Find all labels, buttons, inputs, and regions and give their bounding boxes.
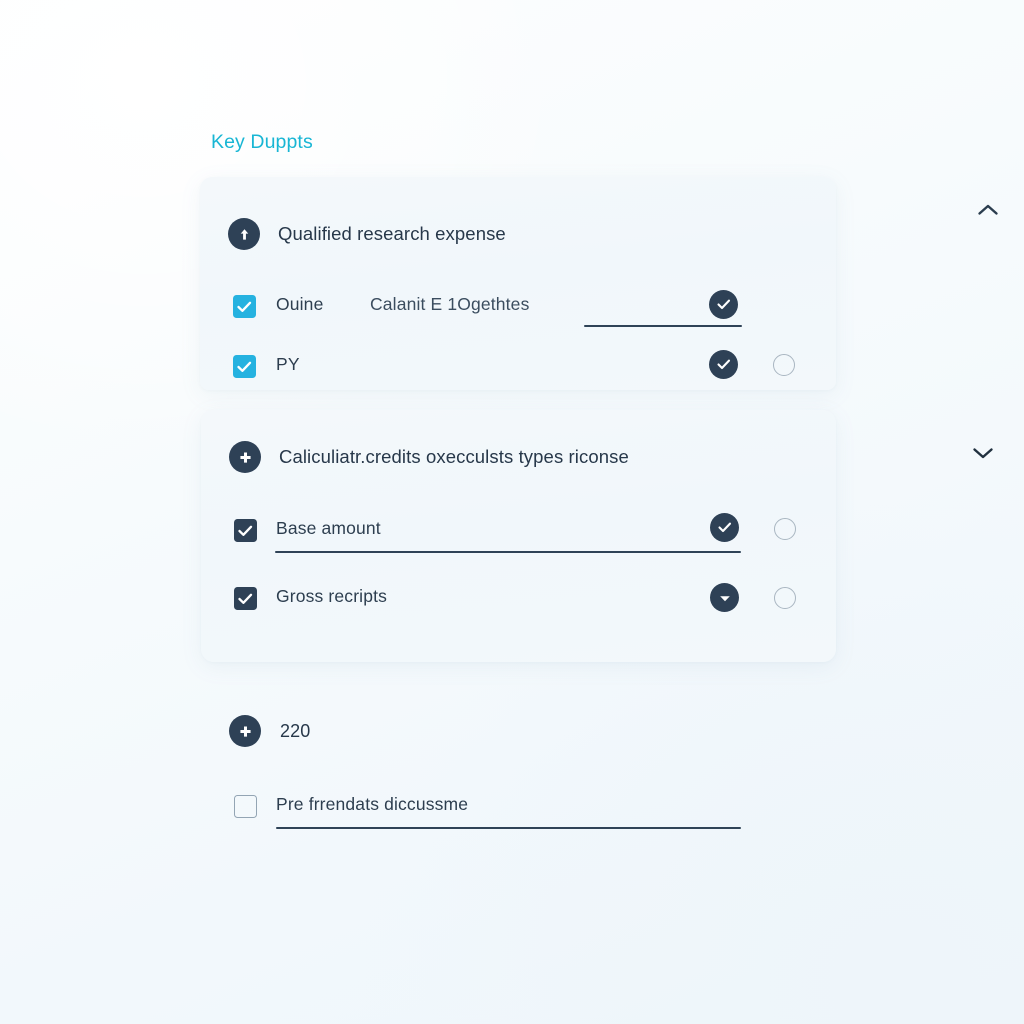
- option-label: PY: [276, 354, 300, 374]
- card-qualified-research-expense: Qualified research expense Ouine Calanit…: [200, 177, 998, 390]
- chevron-up-icon[interactable]: [975, 197, 1001, 223]
- note-label: Pre frrendats diccussme: [276, 794, 469, 814]
- option-row: PY: [200, 350, 836, 387]
- app-screen: Key Duppts Qualified research expense Ou…: [0, 0, 1024, 1024]
- check-badge[interactable]: [709, 350, 738, 379]
- option-secondary-label: Calanit E 1Ogethtes: [370, 294, 530, 314]
- input-underline[interactable]: [276, 827, 741, 830]
- radio-button[interactable]: [774, 587, 796, 609]
- note-row: Pre frrendats diccussme: [0, 793, 1024, 833]
- radio-button[interactable]: [774, 518, 796, 540]
- checkbox-py[interactable]: [233, 355, 256, 378]
- option-label: Gross recripts: [276, 586, 388, 606]
- arrow-up-circle-icon: [228, 218, 260, 250]
- add-item-label: 220: [280, 720, 311, 741]
- plus-circle-icon: [229, 715, 261, 747]
- input-underline[interactable]: [584, 325, 742, 328]
- page-title: Key Duppts: [211, 131, 313, 153]
- option-row: Base amount: [201, 513, 836, 554]
- card-title: Caliculiatr.credits oxecculsts types ric…: [279, 446, 629, 467]
- checkbox-ouine[interactable]: [233, 295, 256, 318]
- add-item-row[interactable]: 220: [229, 715, 310, 747]
- card-calculate-credits: Caliculiatr.credits oxecculsts types ric…: [201, 410, 993, 662]
- option-label: Ouine: [276, 294, 324, 314]
- plus-circle-icon: [229, 441, 261, 473]
- radio-button[interactable]: [773, 354, 795, 376]
- check-badge[interactable]: [710, 513, 739, 542]
- card-header-calculate-credits[interactable]: Caliculiatr.credits oxecculsts types ric…: [229, 441, 836, 473]
- chevron-down-icon[interactable]: [970, 440, 996, 466]
- checkbox-note[interactable]: [234, 795, 257, 818]
- input-underline[interactable]: [275, 551, 741, 554]
- option-label: Base amount: [276, 518, 381, 538]
- option-row: Ouine Calanit E 1Ogethtes: [200, 290, 836, 328]
- check-badge[interactable]: [709, 290, 738, 319]
- option-row: Gross recripts: [201, 583, 836, 619]
- caret-down-badge[interactable]: [710, 583, 739, 612]
- card-header-qualified-research-expense[interactable]: Qualified research expense: [228, 218, 836, 250]
- checkbox-gross-recripts[interactable]: [234, 587, 257, 610]
- card-title: Qualified research expense: [278, 223, 506, 244]
- checkbox-base-amount[interactable]: [234, 519, 257, 542]
